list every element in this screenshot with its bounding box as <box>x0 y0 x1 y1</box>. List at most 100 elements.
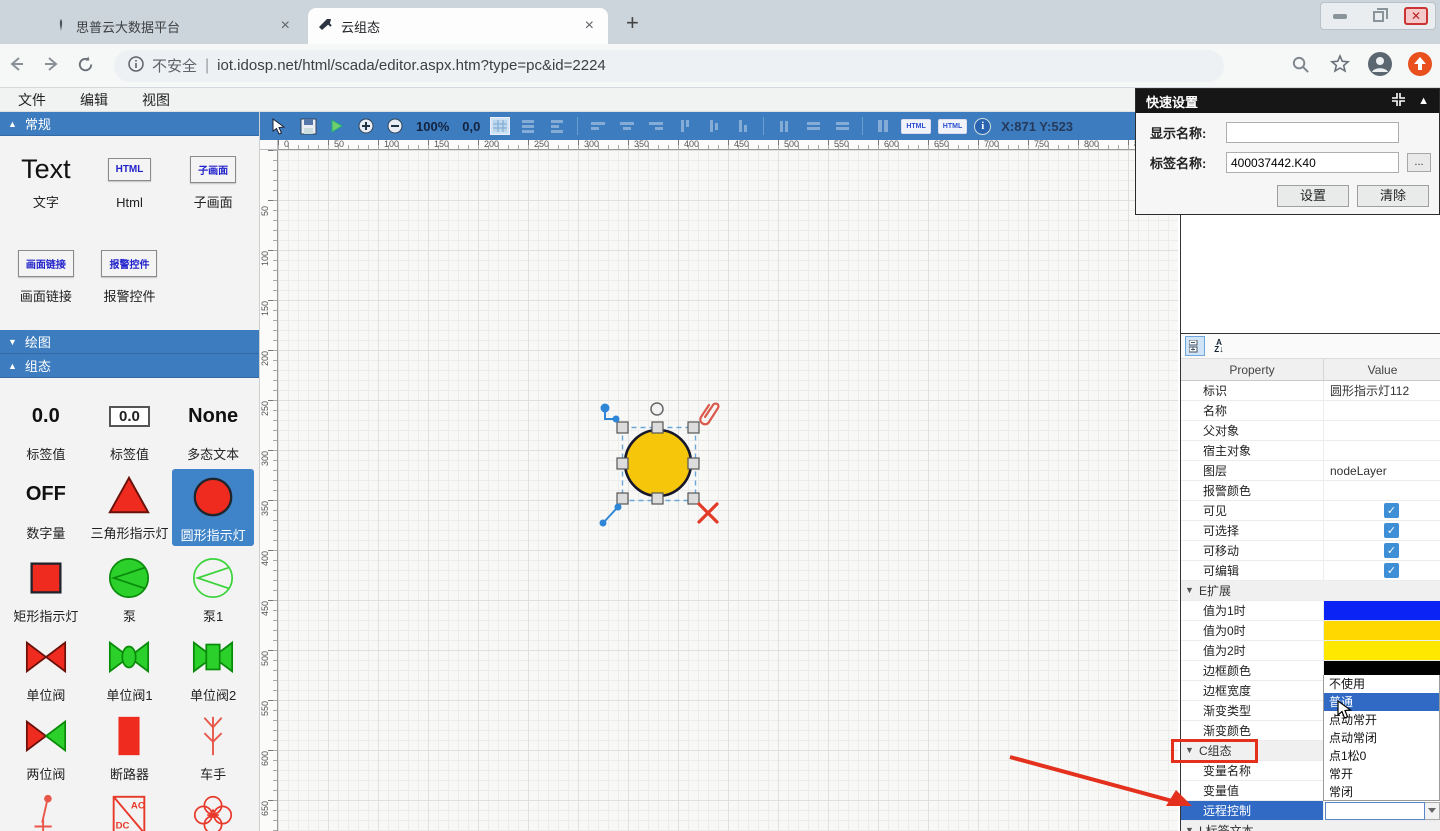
property-row-值为0时[interactable]: 值为0时 <box>1181 621 1440 641</box>
section-scada[interactable]: ▲ 组态 <box>0 354 259 378</box>
palette-scada-item-4[interactable]: OFF数字量 <box>5 469 87 546</box>
design-canvas[interactable] <box>278 150 1178 831</box>
menu-view[interactable]: 视图 <box>142 90 170 110</box>
sort-az-icon[interactable]: AZ↓ <box>1209 336 1229 356</box>
property-value[interactable]: ✓ <box>1324 561 1440 580</box>
property-row-宿主对象[interactable]: 宿主对象 <box>1181 441 1440 461</box>
dropdown-option-点动常闭[interactable]: 点动常闭 <box>1324 729 1439 747</box>
bookmark-star-icon[interactable] <box>1320 54 1360 77</box>
same-height-icon[interactable] <box>831 116 853 136</box>
palette-general-item-2[interactable]: HTMLHtml <box>88 148 170 236</box>
align-top-icon[interactable] <box>674 116 696 136</box>
palette-general-item-1[interactable]: Text文字 <box>5 148 87 236</box>
palette-scada-item-15[interactable]: 车手 <box>172 710 254 783</box>
browser-tab-2[interactable]: 云组态 × <box>308 8 608 44</box>
palette-general-item-3[interactable]: 子画面子画面 <box>172 148 254 236</box>
property-row-L标签文本[interactable]: L标签文本 <box>1181 821 1440 831</box>
color-swatch[interactable] <box>1324 641 1440 660</box>
url-field[interactable]: 不安全 | iot.idosp.net/html/scada/editor.as… <box>114 50 1224 82</box>
palette-general-item-4[interactable]: 画面链接画面链接 <box>5 242 87 330</box>
same-width-icon[interactable] <box>802 116 824 136</box>
palette-scada-item-17[interactable]: ACDC逆变器 <box>88 789 170 831</box>
display-name-input[interactable] <box>1226 122 1399 143</box>
palette-scada-item-11[interactable]: 单位阀1 <box>88 631 170 704</box>
new-tab-button[interactable]: + <box>626 12 639 34</box>
property-row-报警颜色[interactable]: 报警颜色 <box>1181 481 1440 501</box>
align-bottom-icon[interactable] <box>732 116 754 136</box>
menu-file[interactable]: 文件 <box>18 90 46 110</box>
palette-scada-item-8[interactable]: 泵 <box>88 552 170 625</box>
property-row-名称[interactable]: 名称 <box>1181 401 1440 421</box>
value-column-header[interactable]: Value <box>1324 359 1440 380</box>
section-drawing[interactable]: ▼ 绘图 <box>0 330 259 354</box>
browser-tab-1[interactable]: 思普云大数据平台 × <box>44 8 304 44</box>
dropdown-option-普通[interactable]: 普通 <box>1324 693 1439 711</box>
palette-scada-item-18[interactable]: PT <box>172 789 254 831</box>
palette-scada-item-14[interactable]: 断路器 <box>88 710 170 783</box>
property-row-值为1时[interactable]: 值为1时 <box>1181 601 1440 621</box>
align-middle-icon[interactable] <box>703 116 725 136</box>
dropdown-option-常闭[interactable]: 常闭 <box>1324 783 1439 801</box>
property-value[interactable] <box>1324 481 1440 500</box>
property-value[interactable] <box>1324 441 1440 460</box>
palette-scada-item-2[interactable]: 0.0标签值 <box>88 390 170 463</box>
color-swatch[interactable] <box>1324 601 1440 620</box>
align-left-icon[interactable] <box>587 116 609 136</box>
distribute-h-icon[interactable] <box>773 116 795 136</box>
forward-icon[interactable] <box>34 54 68 77</box>
property-value[interactable]: ✓ <box>1324 521 1440 540</box>
property-row-可见[interactable]: 可见✓ <box>1181 501 1440 521</box>
palette-scada-item-1[interactable]: 0.0标签值 <box>5 390 87 463</box>
dock-icon[interactable] <box>1391 92 1406 110</box>
checkbox-checked-icon[interactable]: ✓ <box>1384 563 1399 578</box>
site-info-icon[interactable] <box>128 56 144 76</box>
property-value[interactable] <box>1324 801 1440 820</box>
property-value[interactable]: 圆形指示灯112 <box>1324 381 1440 400</box>
zoom-in-icon[interactable] <box>355 116 377 136</box>
section-general[interactable]: ▲ 常规 <box>0 112 259 136</box>
set-button[interactable]: 设置 <box>1277 185 1349 207</box>
info-icon[interactable]: i <box>974 118 991 135</box>
palette-general-item-5[interactable]: 报警控件报警控件 <box>88 242 170 330</box>
property-row-远程控制[interactable]: 远程控制 <box>1181 801 1440 821</box>
quick-settings-header[interactable]: 快速设置 ▲ <box>1136 89 1439 113</box>
checkbox-checked-icon[interactable]: ✓ <box>1384 503 1399 518</box>
categorized-view-icon[interactable] <box>1185 336 1205 356</box>
zoom-out-icon[interactable] <box>384 116 406 136</box>
palette-scada-item-3[interactable]: None多态文本 <box>172 390 254 463</box>
reload-icon[interactable] <box>68 55 102 77</box>
zoom-search-icon[interactable] <box>1280 55 1320 77</box>
property-row-图层[interactable]: 图层nodeLayer <box>1181 461 1440 481</box>
close-button[interactable]: ✕ <box>1403 5 1429 27</box>
palette-scada-item-7[interactable]: 矩形指示灯 <box>5 552 87 625</box>
property-value[interactable] <box>1324 421 1440 440</box>
dropdown-option-点1松0[interactable]: 点1松0 <box>1324 747 1439 765</box>
back-icon[interactable] <box>0 54 34 77</box>
copy-icon[interactable] <box>517 116 539 136</box>
property-value[interactable]: ✓ <box>1324 501 1440 520</box>
html-export-button[interactable]: HTML <box>938 119 967 134</box>
palette-scada-item-6[interactable]: 圆形指示灯 <box>172 469 254 546</box>
palette-scada-item-12[interactable]: 单位阀2 <box>172 631 254 704</box>
combo-dropdown-icon[interactable] <box>1425 802 1440 820</box>
checkbox-checked-icon[interactable]: ✓ <box>1384 523 1399 538</box>
property-value[interactable]: nodeLayer <box>1324 461 1440 480</box>
browse-tag-button[interactable]: ... <box>1407 153 1431 172</box>
align-center-icon[interactable] <box>616 116 638 136</box>
color-swatch[interactable] <box>1324 621 1440 640</box>
palette-scada-item-16[interactable]: 刀闸 <box>5 789 87 831</box>
restore-button[interactable] <box>1365 5 1391 27</box>
tab-close-icon[interactable]: × <box>581 17 598 35</box>
same-size-icon[interactable] <box>872 116 894 136</box>
select-cursor-icon[interactable] <box>268 116 290 136</box>
property-row-值为2时[interactable]: 值为2时 <box>1181 641 1440 661</box>
selected-element[interactable] <box>595 395 725 533</box>
dropdown-option-不使用[interactable]: 不使用 <box>1324 675 1439 693</box>
property-value[interactable]: ✓ <box>1324 541 1440 560</box>
minimize-button[interactable] <box>1327 5 1353 27</box>
palette-scada-item-9[interactable]: 泵1 <box>172 552 254 625</box>
property-row-标识[interactable]: 标识圆形指示灯112 <box>1181 381 1440 401</box>
remote-control-combo[interactable] <box>1324 801 1440 820</box>
tab-close-icon[interactable]: × <box>277 17 294 35</box>
paste-icon[interactable] <box>546 116 568 136</box>
